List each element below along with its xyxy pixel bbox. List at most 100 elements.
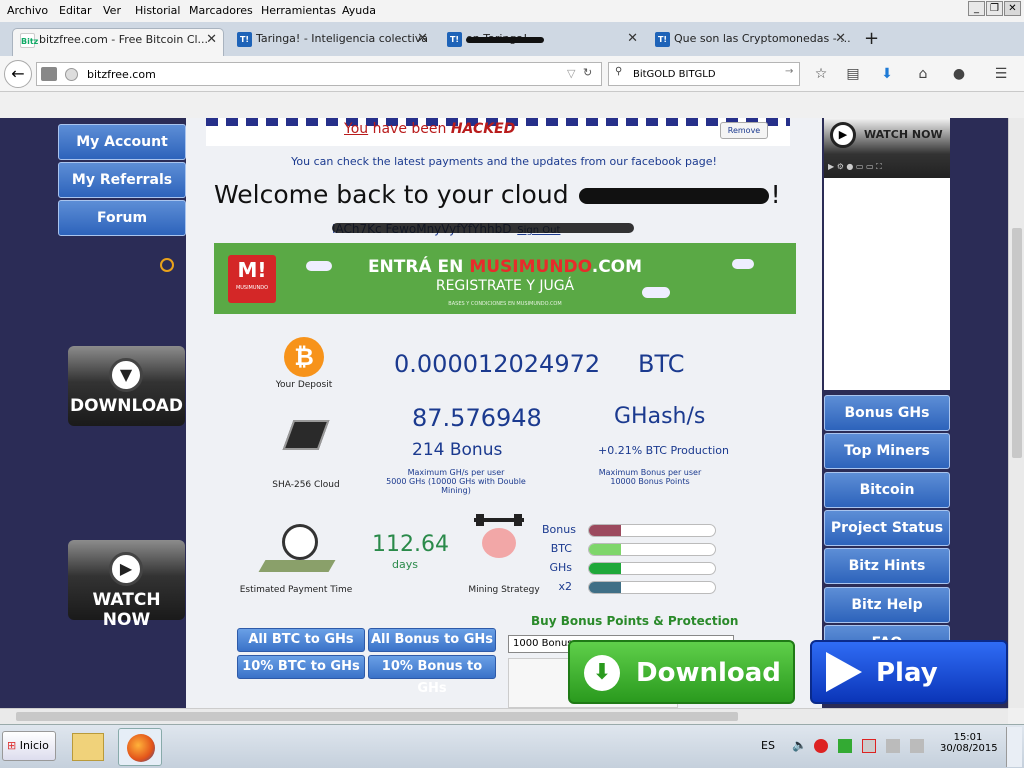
web-page: You have been HACKED Remove You can chec…: [0, 118, 1008, 708]
show-desktop-button[interactable]: [1006, 727, 1022, 767]
ten-pct-bonus-to-ghs-button[interactable]: 10% Bonus to GHs: [368, 655, 496, 696]
hamburger-menu-icon[interactable]: ☰: [992, 66, 1010, 82]
search-text[interactable]: BitGOLD BITGLD: [633, 69, 716, 80]
ten-pct-btc-to-ghs-button[interactable]: 10% BTC to GHs: [237, 655, 365, 679]
play-icon: ▶: [830, 122, 856, 148]
scroll-thumb[interactable]: [1012, 228, 1022, 458]
video-ad[interactable]: ▶ WATCH NOW ▶ ⚙ ● ▭ ▭ ⛶: [824, 118, 950, 178]
toolbar-spacer: [0, 92, 1024, 118]
tab-bitzfree[interactable]: Bitz bitzfree.com - Free Bitcoin Cl... ✕: [12, 28, 224, 56]
home-icon[interactable]: ⌂: [914, 66, 932, 82]
top-miners-button[interactable]: Top Miners: [824, 433, 950, 469]
strategy-bar[interactable]: [588, 562, 716, 575]
new-tab-button[interactable]: +: [864, 28, 879, 49]
bonus-ghs-button[interactable]: Bonus GHs: [824, 395, 950, 431]
back-button[interactable]: ←: [4, 60, 32, 88]
url-bar[interactable]: bitzfree.com ▽ ↻: [36, 62, 602, 86]
video-controls[interactable]: ▶ ⚙ ● ▭ ▭ ⛶: [828, 162, 946, 172]
facebook-notice[interactable]: You can check the latest payments and th…: [186, 155, 822, 168]
tab-taringa-2[interactable]: T! en Taringa! ✕: [440, 28, 644, 56]
tab-taringa[interactable]: T! Taringa! - Inteligencia colectiva ✕: [230, 28, 434, 56]
file-explorer-icon[interactable]: [72, 733, 104, 761]
close-tab-icon[interactable]: ✕: [835, 28, 846, 50]
firefox-icon: [127, 734, 155, 762]
musimundo-line1: ENTRÁ EN MUSIMUNDO.COM: [367, 257, 643, 277]
my-account-button[interactable]: My Account: [58, 124, 186, 160]
bonus-value: 214 Bonus: [412, 440, 503, 460]
antivirus-icon[interactable]: [814, 739, 828, 753]
deposit-label: Your Deposit: [275, 380, 333, 390]
site-identity-icon[interactable]: [41, 67, 57, 81]
dropdown-arrow-icon[interactable]: ▽: [567, 67, 575, 80]
tray-icon[interactable]: [886, 739, 900, 753]
bitz-help-button[interactable]: Bitz Help: [824, 587, 950, 623]
bookmark-star-icon[interactable]: ☆: [812, 66, 830, 82]
wallet-address: IACh7Kc FewoMnyVyfYfYhhbD: [332, 222, 634, 236]
overlay-download-button[interactable]: ⬇ Download: [568, 640, 795, 704]
forum-button[interactable]: Forum: [58, 200, 186, 236]
start-button[interactable]: ⊞ Inicio: [2, 731, 56, 761]
network-icon[interactable]: [862, 739, 876, 753]
musimundo-banner[interactable]: M! MUSIMUNDO ENTRÁ EN MUSIMUNDO.COM REGI…: [214, 243, 796, 314]
strategy-bar[interactable]: [588, 543, 716, 556]
bitcoin-stockers-button[interactable]: Bitcoin Stockers: [824, 472, 950, 532]
clock[interactable]: 15:01 30/08/2015: [940, 732, 998, 754]
my-referrals-button[interactable]: My Referrals: [58, 162, 186, 198]
menu-editar[interactable]: Editar: [59, 4, 92, 17]
bookmarks-list-icon[interactable]: ▤: [844, 66, 862, 82]
strategy-bar-fill: [589, 544, 621, 555]
strategy-bar-label: x2: [558, 580, 572, 593]
tray-icon[interactable]: [910, 739, 924, 753]
vertical-scrollbar[interactable]: [1008, 118, 1024, 708]
firefox-taskbar-button[interactable]: [118, 728, 162, 766]
language-indicator[interactable]: ES: [761, 739, 775, 752]
all-bonus-to-ghs-button[interactable]: All Bonus to GHs: [368, 628, 496, 652]
download-ad-button[interactable]: ▼ DOWNLOAD: [68, 346, 185, 426]
strategy-bar[interactable]: [588, 581, 716, 594]
project-status-button[interactable]: Project Status: [824, 510, 950, 546]
close-window-button[interactable]: ✕: [1004, 1, 1021, 16]
redaction-scribble: [466, 37, 544, 43]
tab-cryptomonedas[interactable]: T! Que son las Cryptomonedas - ... ✕: [648, 28, 852, 56]
volume-icon[interactable]: 🔈: [792, 738, 807, 752]
menu-ver[interactable]: Ver: [103, 4, 121, 17]
taskbar: ⊞ Inicio ES 🔈 15:01 30/08/2015: [0, 724, 1024, 768]
hacked-banner: You have been HACKED Remove: [206, 118, 790, 146]
horizontal-scrollbar[interactable]: [0, 708, 1008, 724]
close-tab-icon[interactable]: ✕: [627, 28, 638, 50]
all-btc-to-ghs-button[interactable]: All BTC to GHs: [237, 628, 365, 652]
watch-now-ad-button[interactable]: ▶ WATCH NOW: [68, 540, 185, 630]
url-text[interactable]: bitzfree.com: [87, 68, 156, 81]
menu-archivo[interactable]: Archivo: [7, 4, 48, 17]
search-go-icon[interactable]: →: [785, 66, 793, 77]
tab-label: Que son las Cryptomonedas - ...: [674, 32, 851, 45]
cloud-icon: [732, 259, 754, 269]
downloads-icon[interactable]: ⬇: [878, 66, 896, 82]
overlay-play-button[interactable]: Play: [810, 640, 1008, 704]
strategy-bar-fill: [589, 563, 621, 574]
bitz-favicon-icon: Bitz: [20, 33, 38, 48]
reload-icon[interactable]: ↻: [583, 66, 592, 79]
remove-button[interactable]: Remove: [720, 122, 768, 139]
hacked-word: HACKED: [450, 121, 516, 137]
tab-bar: Bitz bitzfree.com - Free Bitcoin Cl... ✕…: [0, 22, 1024, 56]
shield-icon[interactable]: [838, 739, 852, 753]
menu-herramientas[interactable]: Herramientas: [261, 4, 336, 17]
menu-historial[interactable]: Historial: [135, 4, 180, 17]
close-tab-icon[interactable]: ✕: [206, 29, 217, 51]
chat-icon[interactable]: ●: [950, 66, 968, 82]
cpu-chip-icon: [268, 410, 344, 460]
close-tab-icon[interactable]: ✕: [417, 28, 428, 50]
minimize-button[interactable]: _: [968, 1, 985, 16]
taringa-favicon-icon: T!: [447, 32, 462, 47]
menu-ayuda[interactable]: Ayuda: [342, 4, 376, 17]
ghs-value: 87.576948: [412, 404, 542, 432]
strategy-bar[interactable]: [588, 524, 716, 537]
scroll-thumb[interactable]: [16, 712, 738, 721]
bitz-hints-button[interactable]: Bitz Hints: [824, 548, 950, 584]
download-arrow-icon: ⬇: [584, 655, 620, 691]
maximize-button[interactable]: ❐: [986, 1, 1003, 16]
search-bar[interactable]: ⚲ BitGOLD BITGLD →: [608, 62, 800, 86]
menu-marcadores[interactable]: Marcadores: [189, 4, 253, 17]
strategy-bar-label: BTC: [550, 542, 572, 555]
